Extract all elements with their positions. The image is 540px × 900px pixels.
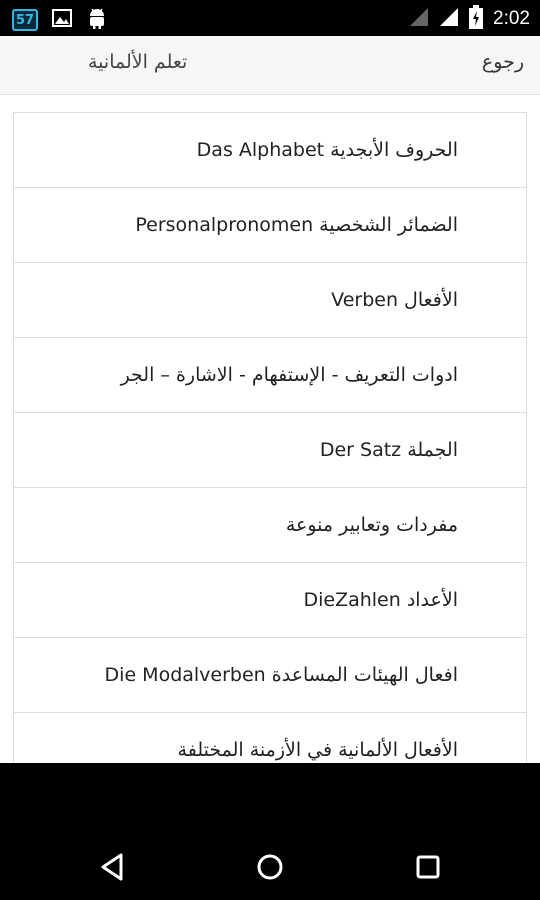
clock: 2:02: [493, 8, 530, 29]
recents-square-icon[interactable]: [408, 847, 448, 887]
list-item[interactable]: الأفعال الألمانية في الأزمنة المختلفة: [14, 713, 526, 763]
notification-count-icon: 57: [12, 9, 38, 31]
list-item[interactable]: الضمائر الشخصية Personalpronomen: [14, 188, 526, 263]
list-item-label: الأفعال الألمانية في الأزمنة المختلفة: [177, 739, 458, 761]
signal-icon: [439, 7, 459, 31]
app-screen: رجوع تعلم الألمانية الحروف الأبجدية Das …: [0, 36, 540, 763]
header-bar: رجوع تعلم الألمانية: [0, 36, 540, 95]
home-circle-icon[interactable]: [250, 847, 290, 887]
status-bar-notifications: 57: [12, 6, 108, 34]
list-item-label: الأعداد DieZahlen: [303, 589, 458, 611]
list-item-label: مفردات وتعابير منوعة: [285, 514, 458, 536]
list-item[interactable]: ادوات التعريف - الإستفهام - الاشارة – ال…: [14, 338, 526, 413]
android-icon: [86, 6, 108, 34]
navigation-bar: [0, 763, 540, 900]
list-item[interactable]: افعال الهيئات المساعدة Die Modalverben: [14, 638, 526, 713]
list-item-label: ادوات التعريف - الإستفهام - الاشارة – ال…: [120, 364, 458, 386]
list-item[interactable]: الحروف الأبجدية Das Alphabet: [14, 113, 526, 188]
list-item-label: الأفعال Verben: [331, 289, 458, 311]
list-item-label: افعال الهيئات المساعدة Die Modalverben: [104, 664, 458, 686]
list-item-label: الضمائر الشخصية Personalpronomen: [135, 214, 458, 236]
battery-charging-icon: [469, 5, 484, 33]
image-icon: [52, 8, 72, 32]
status-bar-system: 2:02: [409, 5, 530, 33]
page-title: تعلم الألمانية: [88, 51, 188, 73]
lesson-list: الحروف الأبجدية Das Alphabet الضمائر الش…: [13, 112, 527, 763]
list-item-label: الجملة Der Satz: [319, 439, 458, 461]
list-item[interactable]: الأفعال Verben: [14, 263, 526, 338]
back-link[interactable]: رجوع: [482, 51, 524, 73]
wifi-icon: [409, 7, 429, 31]
list-item-label: الحروف الأبجدية Das Alphabet: [196, 139, 458, 161]
list-item[interactable]: الجملة Der Satz: [14, 413, 526, 488]
status-bar: 57 2:02: [0, 0, 540, 36]
list-item[interactable]: الأعداد DieZahlen: [14, 563, 526, 638]
list-item[interactable]: مفردات وتعابير منوعة: [14, 488, 526, 563]
back-triangle-icon[interactable]: [92, 847, 132, 887]
